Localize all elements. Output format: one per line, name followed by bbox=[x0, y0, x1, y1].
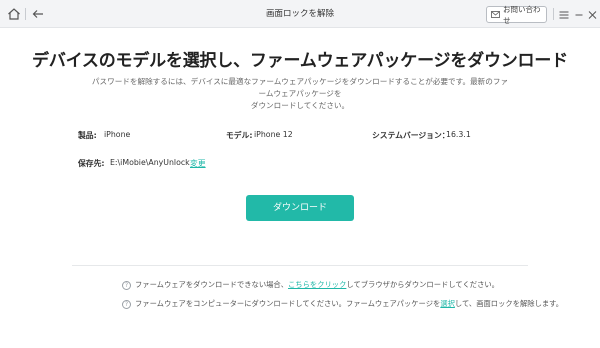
page-title: デバイスのモデルを選択し、ファームウェアパッケージをダウンロード bbox=[32, 51, 568, 71]
change-path-link[interactable]: 変更 bbox=[190, 158, 206, 169]
home-icon[interactable] bbox=[6, 6, 22, 22]
model-value: iPhone 12 bbox=[254, 130, 293, 139]
help-text: ファームウェアをダウンロードできない場合、こちらをクリックしてブラウザからダウン… bbox=[135, 280, 499, 290]
save-path-label: 保存先: bbox=[78, 159, 105, 168]
app-window: 画面ロックを解除 お問い合わせ デバイスのモデルを選択し、ファームウェアパッケー… bbox=[0, 0, 600, 348]
titlebar-separator bbox=[25, 8, 26, 20]
browser-download-link[interactable]: こちらをクリック bbox=[288, 280, 346, 289]
page-description: パスワードを解除するには、デバイスに最適なファームウェアパッケージをダウンロード… bbox=[90, 76, 510, 112]
description-line: パスワードを解除するには、デバイスに最適なファームウェアパッケージをダウンロード… bbox=[91, 77, 509, 98]
back-arrow-icon[interactable] bbox=[30, 6, 46, 22]
select-package-link[interactable]: 選択 bbox=[440, 299, 455, 308]
product-label: 製品: bbox=[78, 131, 97, 140]
help-text-part: してブラウザからダウンロードしてください。 bbox=[346, 280, 499, 289]
titlebar-separator bbox=[553, 8, 554, 20]
help-text-part: ファームウェアをダウンロードできない場合、 bbox=[135, 280, 289, 289]
menu-icon[interactable] bbox=[558, 7, 570, 21]
minimize-icon[interactable] bbox=[574, 7, 584, 21]
help-text: ファームウェアをコンピューターにダウンロードしてください。ファームウェアパッケー… bbox=[135, 299, 563, 309]
contact-button[interactable]: お問い合わせ bbox=[486, 4, 547, 25]
description-line: ダウンロードしてください。 bbox=[250, 101, 350, 110]
model-label: モデル: bbox=[226, 131, 253, 140]
help-text-part: ファームウェアをコンピューターにダウンロードしてください。ファームウェアパッケー… bbox=[135, 299, 441, 308]
download-button[interactable]: ダウンロード bbox=[246, 195, 354, 221]
help-row-browser: ? ファームウェアをダウンロードできない場合、こちらをクリックしてブラウザからダ… bbox=[122, 280, 499, 290]
question-icon: ? bbox=[122, 280, 131, 290]
save-path-value: E:\iMobie\AnyUnlock bbox=[110, 158, 190, 167]
close-icon[interactable] bbox=[587, 7, 598, 21]
help-text-part: して、画面ロックを解除します。 bbox=[454, 299, 564, 308]
system-version-label: システムバージョン： bbox=[372, 131, 450, 140]
window-title: 画面ロックを解除 bbox=[265, 9, 334, 19]
title-bar: 画面ロックを解除 お問い合わせ bbox=[0, 0, 600, 28]
system-version-value: 16.3.1 bbox=[446, 130, 471, 139]
divider bbox=[72, 265, 528, 266]
product-value: iPhone bbox=[104, 130, 131, 139]
contact-button-label: お問い合わせ bbox=[503, 4, 541, 25]
question-icon: ? bbox=[122, 299, 131, 309]
mail-icon bbox=[491, 11, 500, 18]
help-row-select: ? ファームウェアをコンピューターにダウンロードしてください。ファームウェアパッ… bbox=[122, 299, 563, 309]
